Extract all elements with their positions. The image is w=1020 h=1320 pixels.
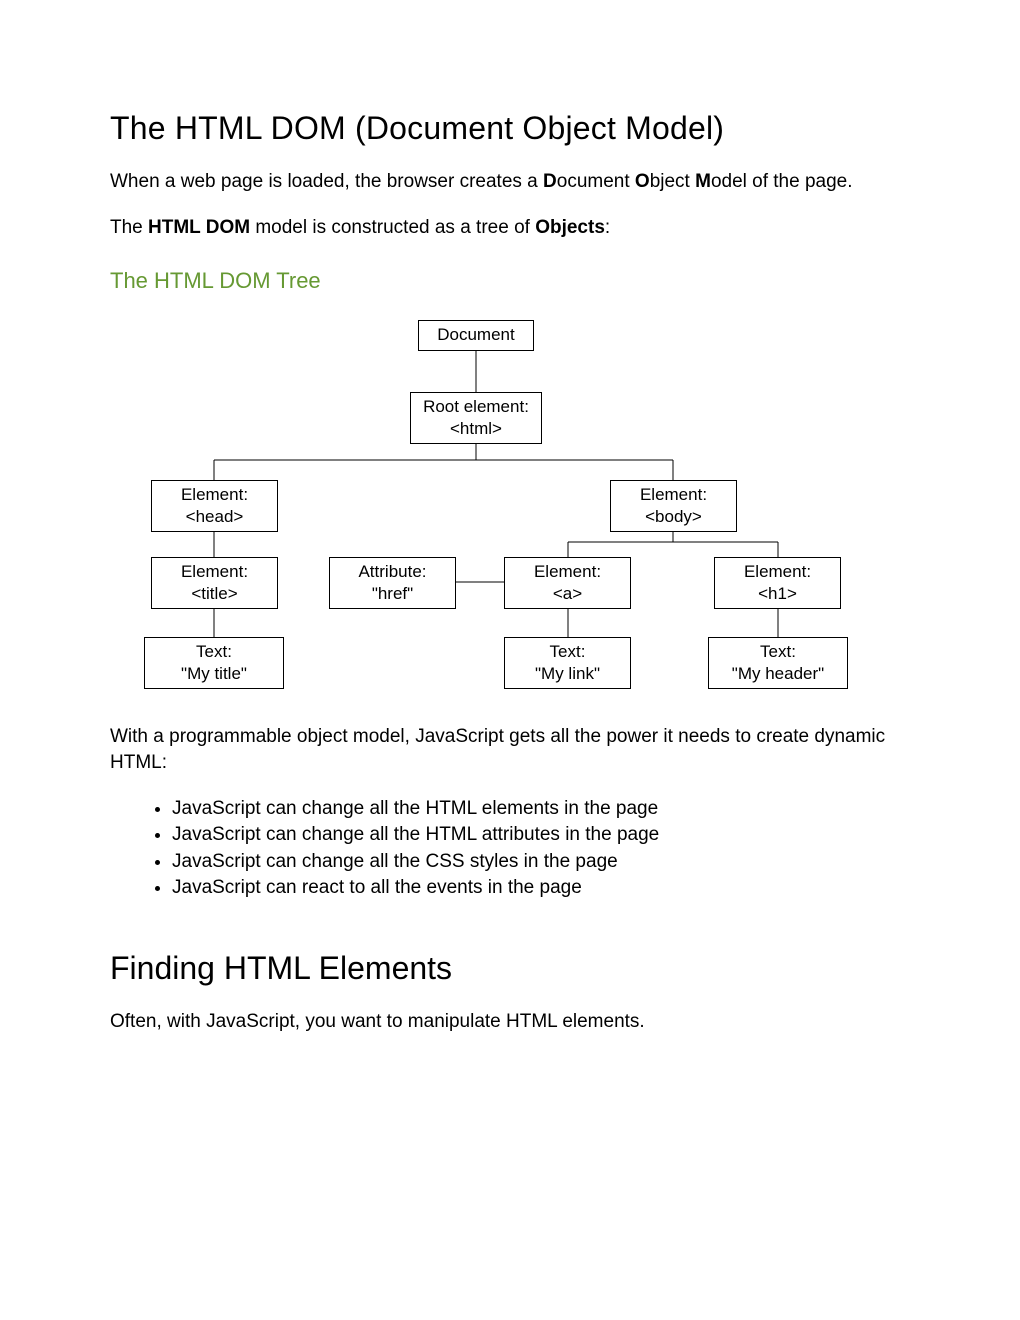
finding-elements-heading: Finding HTML Elements (110, 950, 910, 987)
node-label-line1: Text: (760, 642, 796, 661)
dom-tree-diagram: Document Root element: <html> Element: <… (122, 312, 842, 692)
text: When a web page is loaded, the browser c… (110, 171, 543, 192)
node-label-line2: <title> (191, 584, 237, 603)
node-root-html: Root element: <html> (410, 392, 542, 444)
text: bject (650, 171, 695, 192)
capabilities-list: JavaScript can change all the HTML eleme… (110, 796, 910, 902)
node-label-line2: "My header" (732, 664, 824, 683)
bold-d: D (543, 171, 557, 192)
bold-html-dom: HTML DOM (148, 217, 250, 238)
node-element-h1: Element: <h1> (714, 557, 841, 609)
node-label-line2: <a> (553, 584, 582, 603)
text: : (605, 217, 610, 238)
node-label-line1: Element: (181, 485, 248, 504)
node-element-title: Element: <title> (151, 557, 278, 609)
tree-of-objects-paragraph: The HTML DOM model is constructed as a t… (110, 215, 910, 241)
after-diagram-paragraph: With a programmable object model, JavaSc… (110, 724, 910, 775)
node-text-my-header: Text: "My header" (708, 637, 848, 689)
list-item: JavaScript can change all the HTML eleme… (172, 796, 910, 823)
list-item: JavaScript can change all the HTML attri… (172, 822, 910, 849)
node-label-line2: "My link" (535, 664, 600, 683)
node-label-line1: Text: (550, 642, 586, 661)
node-element-body: Element: <body> (610, 480, 737, 532)
intro-paragraph: When a web page is loaded, the browser c… (110, 169, 910, 195)
node-document: Document (418, 320, 534, 350)
list-item: JavaScript can react to all the events i… (172, 875, 910, 902)
finding-elements-paragraph: Often, with JavaScript, you want to mani… (110, 1009, 910, 1035)
node-element-a: Element: <a> (504, 557, 631, 609)
node-label-line1: Attribute: (358, 562, 426, 581)
node-label-line2: <body> (645, 507, 702, 526)
text: model is constructed as a tree of (250, 217, 535, 238)
bold-objects: Objects (535, 217, 605, 238)
node-element-head: Element: <head> (151, 480, 278, 532)
node-label-line1: Root element: (423, 397, 529, 416)
node-label-line2: "href" (372, 584, 413, 603)
node-label-line1: Text: (196, 642, 232, 661)
bold-m: M (695, 171, 711, 192)
list-item: JavaScript can change all the CSS styles… (172, 849, 910, 876)
text: odel of the page. (711, 171, 853, 192)
text: ocument (557, 171, 635, 192)
node-label-line1: Element: (744, 562, 811, 581)
node-text-my-title: Text: "My title" (144, 637, 284, 689)
node-label-line2: <h1> (758, 584, 797, 603)
bold-o: O (635, 171, 650, 192)
node-label-line1: Element: (181, 562, 248, 581)
text: The (110, 217, 148, 238)
page-title: The HTML DOM (Document Object Model) (110, 110, 910, 147)
node-label-line2: <head> (186, 507, 244, 526)
node-text-my-link: Text: "My link" (504, 637, 631, 689)
node-label-line2: "My title" (181, 664, 247, 683)
node-attribute-href: Attribute: "href" (329, 557, 456, 609)
node-label-line1: Element: (640, 485, 707, 504)
node-label-line2: <html> (450, 419, 502, 438)
node-label: Document (437, 325, 514, 344)
dom-tree-subhead: The HTML DOM Tree (110, 268, 910, 294)
node-label-line1: Element: (534, 562, 601, 581)
